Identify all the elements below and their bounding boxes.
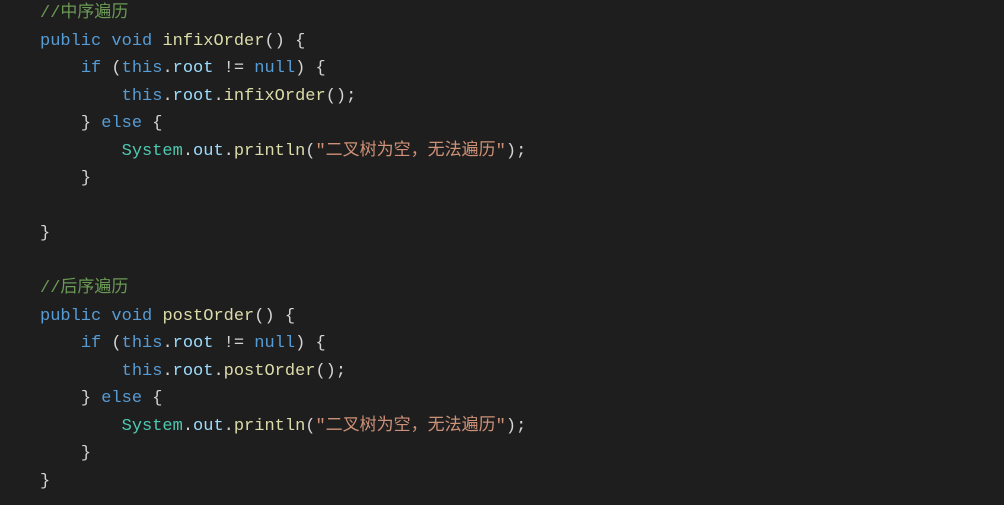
method-name: postOrder	[162, 307, 254, 326]
null-kw: null	[254, 334, 295, 353]
paren: ()	[264, 32, 284, 51]
return-type: void	[111, 307, 152, 326]
dot: .	[162, 87, 172, 106]
code-line[interactable]: System.out.println("二叉树为空，无法遍历");	[40, 138, 1004, 166]
if-kw: if	[81, 334, 101, 353]
dot: .	[213, 362, 223, 381]
paren: );	[506, 142, 526, 161]
dot: .	[162, 334, 172, 353]
property: root	[173, 334, 214, 353]
paren: ()	[254, 307, 274, 326]
method-call: postOrder	[224, 362, 316, 381]
paren: (	[111, 334, 121, 353]
property: root	[173, 59, 214, 78]
code-line[interactable]: //后序遍历	[40, 275, 1004, 303]
this-kw: this	[122, 334, 163, 353]
code-line[interactable]: public void postOrder() {	[40, 303, 1004, 331]
code-line[interactable]: } else {	[40, 110, 1004, 138]
paren: (	[305, 417, 315, 436]
paren: )	[295, 334, 305, 353]
brace: }	[81, 169, 91, 188]
this-kw: this	[122, 59, 163, 78]
code-line[interactable]	[40, 193, 1004, 221]
code-line[interactable]: if (this.root != null) {	[40, 55, 1004, 83]
string-literal: "二叉树为空，无法遍历"	[315, 417, 505, 436]
this-kw: this	[122, 362, 163, 381]
brace: }	[40, 472, 50, 491]
operator: !=	[224, 334, 244, 353]
paren: (	[111, 59, 121, 78]
paren: ();	[315, 362, 346, 381]
brace: {	[152, 389, 162, 408]
code-line[interactable]	[40, 248, 1004, 276]
comment-text: //中序遍历	[40, 4, 128, 23]
null-kw: null	[254, 59, 295, 78]
method-call: println	[234, 142, 305, 161]
if-kw: if	[81, 59, 101, 78]
method-call: println	[234, 417, 305, 436]
code-editor[interactable]: //中序遍历 public void infixOrder() { if (th…	[0, 0, 1004, 495]
brace: {	[295, 32, 305, 51]
code-line[interactable]: }	[40, 220, 1004, 248]
operator: !=	[224, 59, 244, 78]
code-line[interactable]: }	[40, 165, 1004, 193]
class-name: System	[122, 417, 183, 436]
brace: }	[81, 114, 91, 133]
brace: {	[152, 114, 162, 133]
property: root	[173, 87, 214, 106]
modifier-kw: public	[40, 307, 101, 326]
code-line[interactable]: if (this.root != null) {	[40, 330, 1004, 358]
code-line[interactable]: this.root.infixOrder();	[40, 83, 1004, 111]
paren: ();	[326, 87, 357, 106]
dot: .	[162, 362, 172, 381]
dot: .	[224, 142, 234, 161]
comment-text: //后序遍历	[40, 279, 128, 298]
code-line[interactable]: }	[40, 440, 1004, 468]
dot: .	[224, 417, 234, 436]
paren: )	[295, 59, 305, 78]
modifier-kw: public	[40, 32, 101, 51]
dot: .	[183, 417, 193, 436]
code-line[interactable]: System.out.println("二叉树为空，无法遍历");	[40, 413, 1004, 441]
brace: }	[40, 224, 50, 243]
paren: );	[506, 417, 526, 436]
code-line[interactable]: this.root.postOrder();	[40, 358, 1004, 386]
string-literal: "二叉树为空，无法遍历"	[315, 142, 505, 161]
dot: .	[162, 59, 172, 78]
property: out	[193, 417, 224, 436]
class-name: System	[122, 142, 183, 161]
property: root	[173, 362, 214, 381]
brace: {	[315, 334, 325, 353]
dot: .	[213, 87, 223, 106]
return-type: void	[111, 32, 152, 51]
code-line[interactable]: }	[40, 468, 1004, 496]
brace: }	[81, 389, 91, 408]
brace: {	[285, 307, 295, 326]
code-line[interactable]: //中序遍历	[40, 0, 1004, 28]
code-line[interactable]: } else {	[40, 385, 1004, 413]
property: out	[193, 142, 224, 161]
else-kw: else	[101, 114, 142, 133]
brace: {	[315, 59, 325, 78]
method-call: infixOrder	[224, 87, 326, 106]
this-kw: this	[122, 87, 163, 106]
else-kw: else	[101, 389, 142, 408]
paren: (	[305, 142, 315, 161]
dot: .	[183, 142, 193, 161]
brace: }	[81, 444, 91, 463]
code-line[interactable]: public void infixOrder() {	[40, 28, 1004, 56]
method-name: infixOrder	[162, 32, 264, 51]
